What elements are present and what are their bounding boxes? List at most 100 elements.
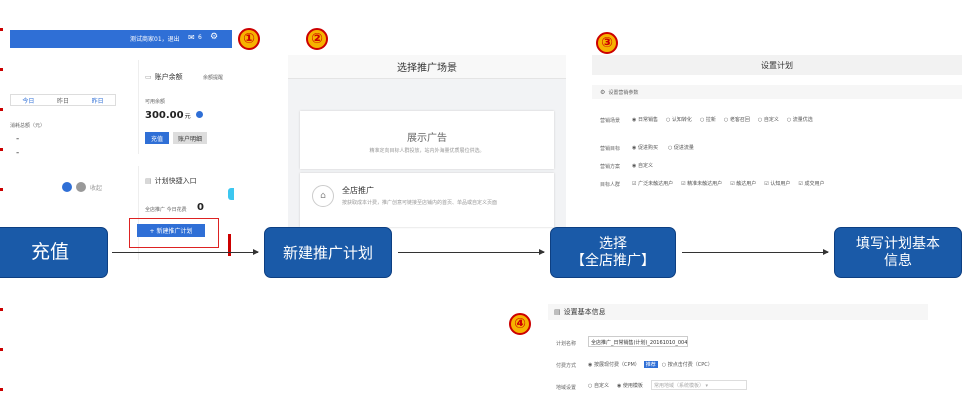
chart-icons: 收起 <box>62 182 102 192</box>
store-promo-card[interactable]: ⌂ 全店推广 按获取成本计费，推广创意可链接至店铺内的首页、单品或自定义页面 <box>300 173 554 227</box>
store-promo-label: 全店推广 今日花费 <box>145 207 187 213</box>
quick-entry-title: ▤ 计划快捷入口 <box>145 177 197 185</box>
mail-count-badge: 6 <box>198 34 202 41</box>
flow-step-fill-line2: 信息 <box>884 252 912 269</box>
spend-dash: - <box>16 134 20 144</box>
account-card: ▭ 账户余额 余额提醒 可用余额 300.00 元 充值 账户明细 <box>138 60 232 154</box>
date-tabs: 今日 昨日 昨日 <box>10 94 116 106</box>
store-promo-title: 全店推广 <box>342 186 374 195</box>
account-detail-button[interactable]: 账户明细 <box>173 132 207 144</box>
option-acquire[interactable]: ○ 拉新 <box>700 116 716 123</box>
option-plan-custom[interactable]: ◉ 自定义 <box>632 163 653 169</box>
option-promote-buy[interactable]: ◉ 促进购买 <box>632 144 658 151</box>
audience-broad[interactable]: ☑ 广泛未触达用户 <box>632 180 673 187</box>
row-scene-options: ◉ 日常销售 ○ 认知转化 ○ 拉新 ○ 老客召回 ○ 自定义 ○ 流量优选 <box>632 116 813 123</box>
mail-icon[interactable]: ✉ <box>188 33 195 42</box>
tab-previous[interactable]: 昨日 <box>92 96 104 105</box>
flow-step-choose-line2: 【全店推广】 <box>571 252 655 269</box>
flow-step-new-plan: 新建推广计划 <box>264 227 392 278</box>
pay-cpm-option[interactable]: ◉ 按展现付费（CPM） <box>588 361 640 368</box>
user-info[interactable]: 测试商家01，退出 <box>130 34 180 43</box>
spend-dash-2: - <box>16 148 20 158</box>
gear-icon: ⚙ <box>600 88 606 96</box>
balance-value: 300.00 <box>145 110 184 121</box>
pay-cpc-option[interactable]: ○ 按点击付费（CPC） <box>662 361 713 368</box>
basic-info-header: ▤ 设置基本信息 <box>548 304 928 320</box>
row-audience-label: 目标人群 <box>600 182 621 188</box>
region-template-option[interactable]: ◉ 使用模板 <box>617 382 643 389</box>
wallet-icon: ▭ <box>145 73 152 81</box>
display-ad-card[interactable]: 展示广告 精准定向目标人群投放，站内外海量优质展位供选。 <box>300 111 554 169</box>
account-title: ▭ 账户余额 <box>145 73 183 81</box>
flow-step-fill-info: 填写计划基本 信息 <box>834 227 962 278</box>
row-plan-options: ◉ 自定义 <box>632 162 653 169</box>
tab-yesterday[interactable]: 昨日 <box>57 96 69 105</box>
step-marker-2: ② <box>306 28 328 50</box>
region-custom-option[interactable]: ○ 自定义 <box>588 382 609 389</box>
plan-name-label: 计划名称 <box>556 341 577 347</box>
option-cognition[interactable]: ○ 认知转化 <box>666 116 692 123</box>
row-audience-options: ☑ 广泛未触达用户 ☑ 精准未触达用户 ☑ 触达用户 ☑ 认知用户 ☑ 成交用户 <box>632 180 824 187</box>
arrow-2-3 <box>398 249 545 255</box>
region-label: 地域设置 <box>556 385 577 391</box>
row-goal-label: 营销目标 <box>600 146 621 152</box>
row-plan-label: 营销方案 <box>600 164 621 170</box>
plan-title: 设置计划 <box>761 60 793 70</box>
audience-converted[interactable]: ☑ 成交用户 <box>798 180 824 187</box>
step-marker-3: ③ <box>596 32 618 54</box>
marketing-section-header: ⚙ 设置营销参数 <box>592 85 962 99</box>
option-recall[interactable]: ○ 老客召回 <box>724 116 750 123</box>
display-ad-desc: 精准定向目标人群投放，站内外海量优质展位供选。 <box>369 148 485 154</box>
audience-precise[interactable]: ☑ 精准未触达用户 <box>681 180 722 187</box>
scene-title: 选择推广场景 <box>397 63 457 74</box>
balance-unit: 元 <box>184 113 191 120</box>
display-ad-title: 展示广告 <box>407 133 447 144</box>
option-promote-traffic[interactable]: ○ 促进流量 <box>668 144 694 151</box>
audience-aware[interactable]: ☑ 认知用户 <box>764 180 790 187</box>
flow-step-recharge: 充值 <box>0 227 108 278</box>
recommend-badge: 推荐 <box>643 361 658 368</box>
top-bar: 测试商家01，退出 ✉ 6 ⚙ <box>10 30 232 48</box>
chart-icon[interactable] <box>62 182 72 192</box>
tab-today[interactable]: 今日 <box>22 96 34 105</box>
region-options: ○ 自定义 ◉ 使用模板 常用地域（系统模板） ▾ <box>588 380 747 390</box>
pay-options: ◉ 按展现付费（CPM） 推荐 ○ 按点击付费（CPC） <box>588 361 713 368</box>
region-select[interactable]: 常用地域（系统模板） ▾ <box>650 380 747 390</box>
flow-step-choose-store: 选择 【全店推广】 <box>550 227 676 278</box>
store-promo-value: 0 <box>197 202 204 213</box>
option-custom[interactable]: ○ 自定义 <box>758 116 779 123</box>
plan-name-input[interactable]: 全店推广_日常销售(计划)_20161010_004142 <box>588 336 688 347</box>
set-plan-screenshot: 设置计划 ⚙ 设置营销参数 营销场景 ◉ 日常销售 ○ 认知转化 ○ 拉新 ○ … <box>592 55 962 195</box>
info-icon[interactable] <box>195 111 203 118</box>
arrow-3-4 <box>682 249 829 255</box>
spend-label: 消耗总额（元） <box>10 123 46 129</box>
row-scene-label: 营销场景 <box>600 118 621 124</box>
balance-value-row: 300.00 元 <box>145 110 203 121</box>
plan-header: 设置计划 <box>592 55 962 75</box>
store-promo-desc: 按获取成本计费，推广创意可链接至店铺内的首页、单品或自定义页面 <box>342 200 498 206</box>
list-icon[interactable] <box>76 182 86 192</box>
quick-entry-card: ▤ 计划快捷入口 全店推广 今日花费 0 + 新建推广计划 <box>129 166 232 260</box>
option-traffic[interactable]: ○ 流量优选 <box>787 116 813 123</box>
step-marker-4: ④ <box>509 313 531 335</box>
calendar-icon: ▤ <box>145 177 152 185</box>
step-marker-1: ① <box>238 28 260 50</box>
row-goal-options: ◉ 促进购买 ○ 促进流量 <box>632 144 694 151</box>
recharge-button[interactable]: 充值 <box>145 132 169 144</box>
available-label: 可用余额 <box>145 99 166 105</box>
store-icon: ⌂ <box>312 185 334 207</box>
new-plan-button[interactable]: + 新建推广计划 <box>137 224 205 237</box>
tutorial-canvas: 测试商家01，退出 ✉ 6 ⚙ 今日 昨日 昨日 消耗总额（元） - - 收起 … <box>0 0 962 400</box>
flow-step-choose-line1: 选择 <box>599 235 627 252</box>
side-float-tab[interactable] <box>228 188 234 200</box>
balance-reminder-link[interactable]: 余额提醒 <box>203 74 223 81</box>
arrow-1-2 <box>112 249 259 255</box>
flow-step-fill-line1: 填写计划基本 <box>856 235 940 252</box>
collapse-toggle[interactable]: 收起 <box>90 183 102 192</box>
scene-select-screenshot: 选择推广场景 展示广告 精准定向目标人群投放，站内外海量优质展位供选。 ⌂ 全店… <box>288 55 566 227</box>
settings-icon[interactable]: ⚙ <box>210 32 218 42</box>
option-daily-sales[interactable]: ◉ 日常销售 <box>632 116 658 123</box>
audience-reached[interactable]: ☑ 触达用户 <box>730 180 756 187</box>
document-icon: ▤ <box>554 308 561 316</box>
pay-label: 付费方式 <box>556 363 577 369</box>
